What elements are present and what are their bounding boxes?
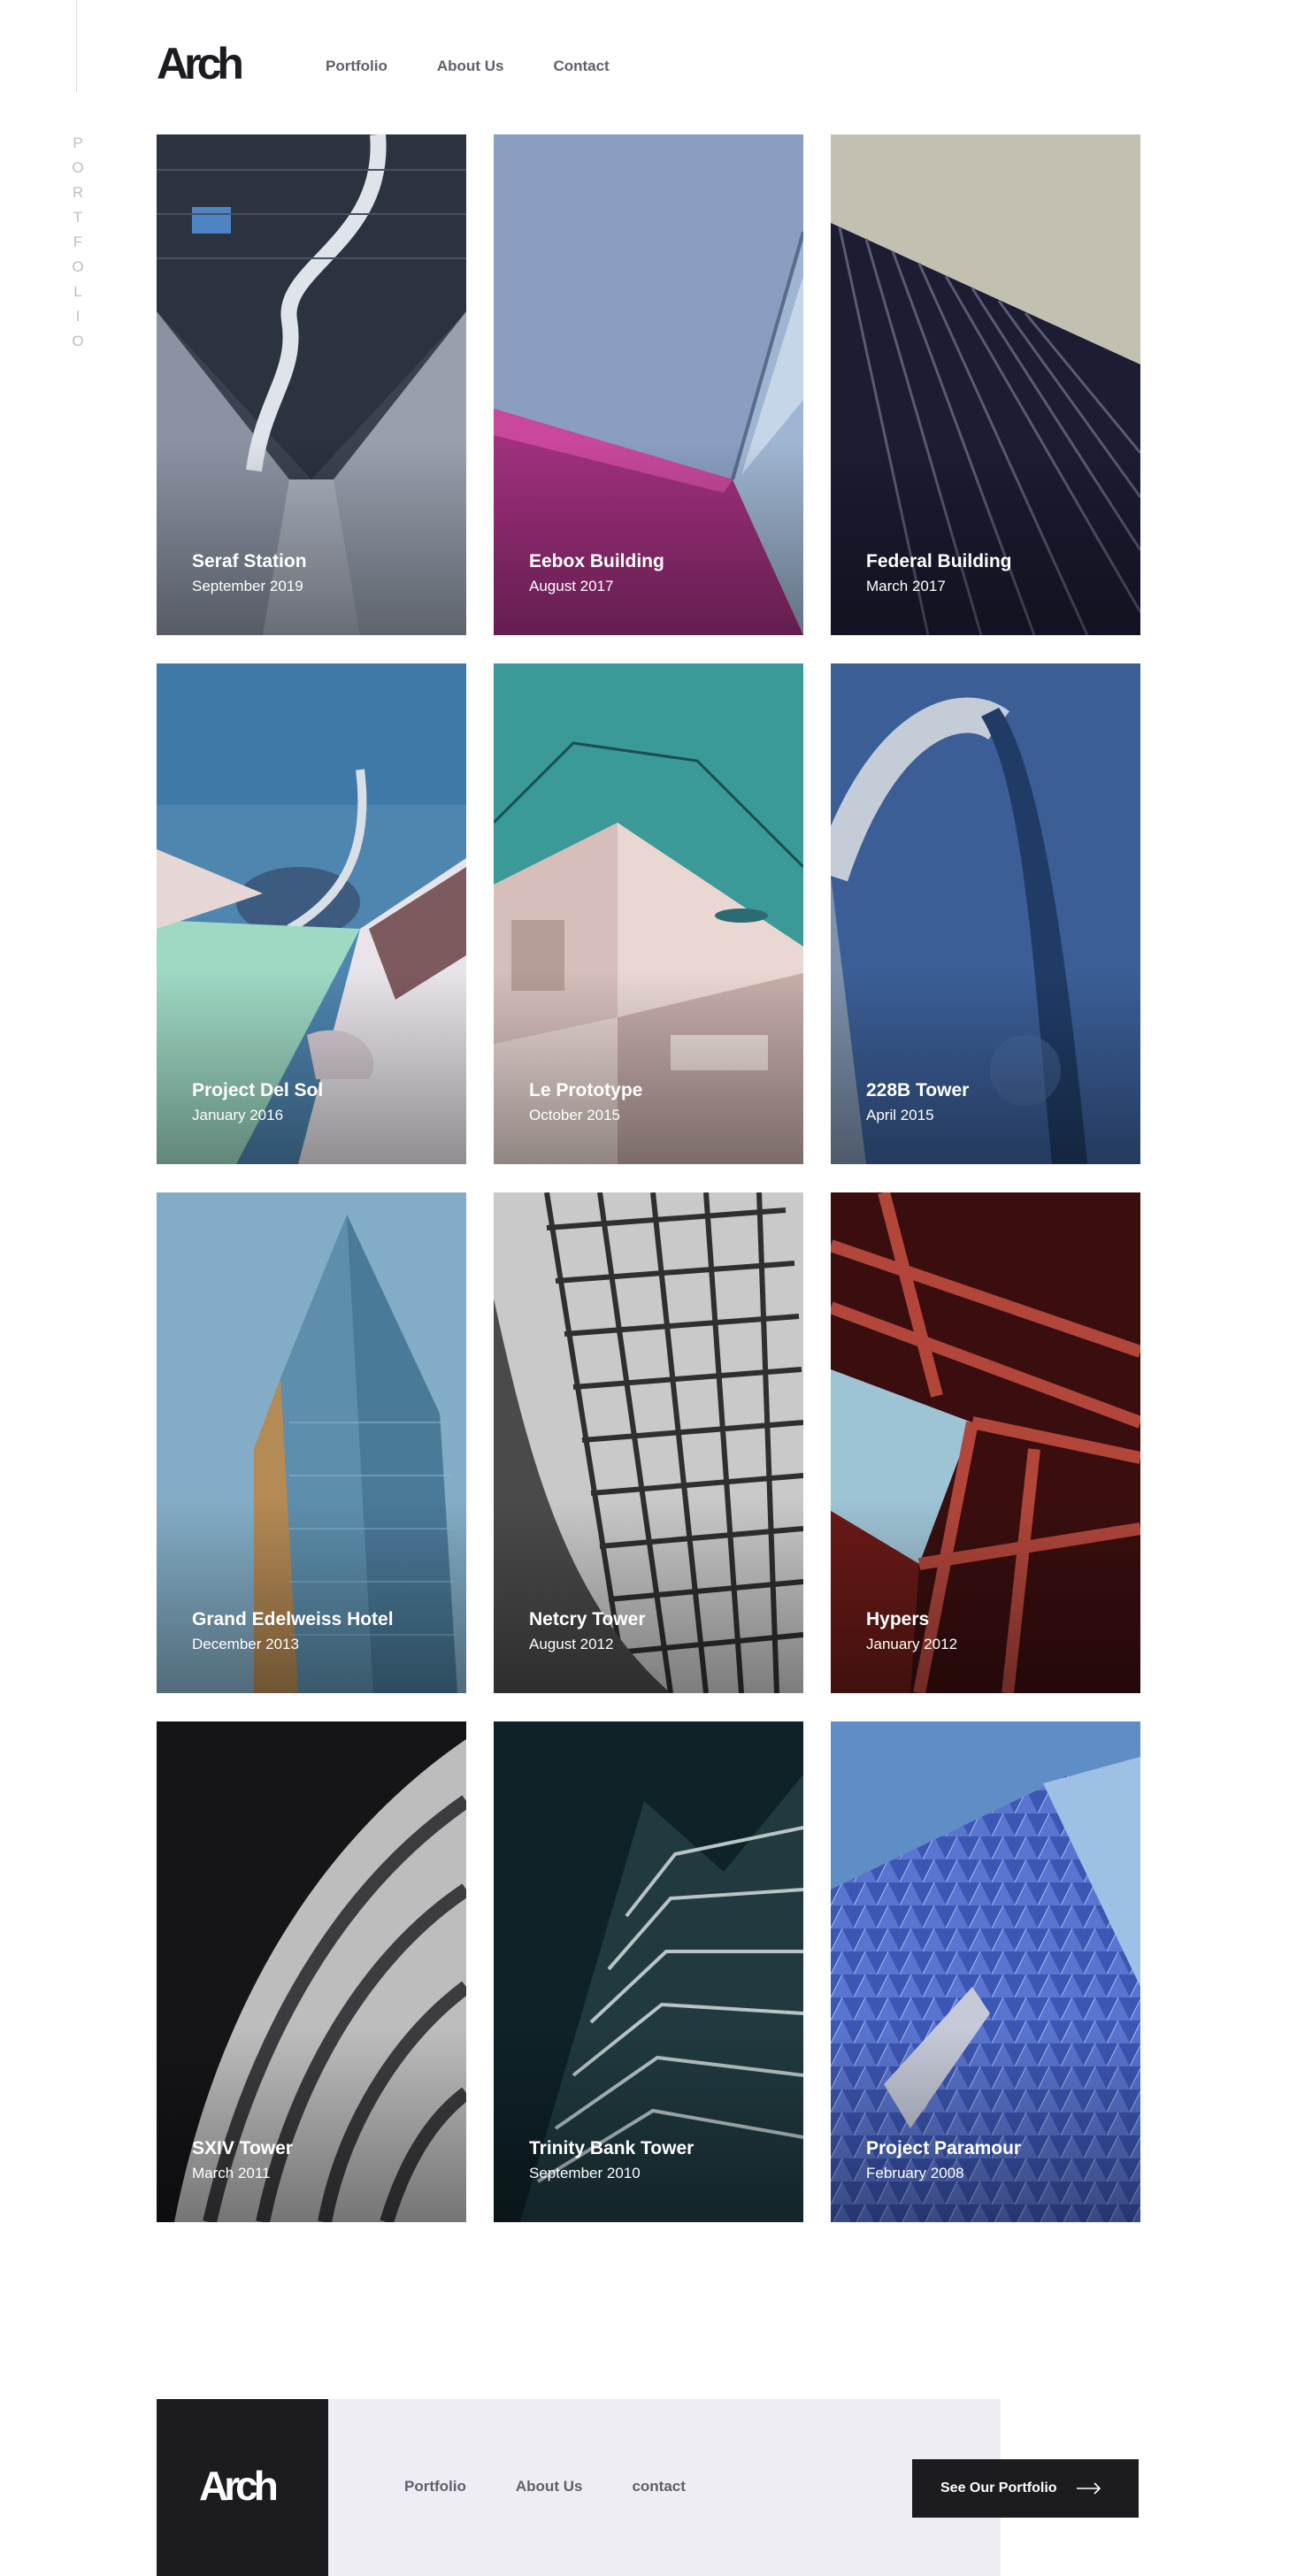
nav-contact-link[interactable]: Contact [553, 57, 609, 76]
project-card-trinity-bank-tower[interactable]: Trinity Bank Tower September 2010 [494, 1721, 803, 2222]
project-title: Eebox Building [529, 551, 664, 571]
project-date: August 2012 [529, 1636, 614, 1652]
project-card-project-paramour[interactable]: Project Paramour February 2008 [831, 1721, 1140, 2222]
cta-label: See Our Portfolio [940, 2480, 1057, 2496]
project-date: April 2015 [866, 1107, 934, 1123]
side-label-letter: L [73, 283, 82, 300]
side-label-letter: I [75, 308, 81, 325]
project-date: December 2013 [192, 1636, 299, 1652]
footer-nav: Portfolio About Us contact [404, 2477, 686, 2496]
card-overlay [157, 441, 466, 635]
side-section-label: PORTFOLIO [67, 131, 88, 354]
project-title: 228B Tower [866, 1080, 970, 1100]
project-title: Federal Building [866, 551, 1012, 571]
card-overlay [494, 441, 803, 635]
arrow-right-icon [1076, 2482, 1101, 2495]
side-label-letter: P [73, 134, 83, 151]
project-card-netcry-tower[interactable]: Netcry Tower August 2012 [494, 1192, 803, 1693]
project-title: Project Del Sol [192, 1080, 324, 1100]
project-card-federal-building[interactable]: Federal Building March 2017 [831, 134, 1140, 635]
card-overlay [494, 2028, 803, 2222]
project-card-hypers[interactable]: Hypers January 2012 [831, 1192, 1140, 1693]
footer-about-link[interactable]: About Us [516, 2477, 583, 2496]
top-divider-line [76, 0, 77, 92]
side-label-letter: F [73, 234, 83, 250]
project-date: February 2008 [866, 2165, 964, 2181]
logo[interactable]: Arch [157, 39, 244, 88]
project-title: Netcry Tower [529, 1609, 646, 1629]
card-overlay [494, 970, 803, 1164]
project-date: October 2015 [529, 1107, 621, 1123]
nav-portfolio-link[interactable]: Portfolio [326, 57, 388, 76]
project-date: March 2011 [192, 2165, 271, 2181]
project-card-grand-edelweiss-hotel[interactable]: Grand Edelweiss Hotel December 2013 [157, 1192, 466, 1693]
project-date: January 2016 [192, 1107, 284, 1123]
project-title: SXIV Tower [192, 2138, 293, 2158]
footer-portfolio-link[interactable]: Portfolio [404, 2477, 466, 2496]
card-overlay [831, 1499, 1140, 1693]
project-title: Grand Edelweiss Hotel [192, 1609, 394, 1629]
card-overlay [494, 1499, 803, 1693]
project-date: September 2010 [529, 2165, 641, 2181]
side-label-letter: O [72, 159, 84, 176]
nav-about-link[interactable]: About Us [437, 57, 504, 76]
card-overlay [831, 441, 1140, 635]
project-card-project-del-sol[interactable]: Project Del Sol January 2016 [157, 663, 466, 1164]
card-overlay [157, 2028, 466, 2222]
main-nav: Portfolio About Us Contact [326, 57, 610, 76]
project-date: September 2019 [192, 578, 303, 594]
project-card-sxiv-tower[interactable]: SXIV Tower March 2011 [157, 1721, 466, 2222]
card-overlay [831, 970, 1140, 1164]
card-overlay [157, 970, 466, 1164]
card-overlay [157, 1499, 466, 1693]
project-card-228b-tower[interactable]: 228B Tower April 2015 [831, 663, 1140, 1164]
footer-logo[interactable]: Arch [199, 2463, 279, 2509]
project-title: Le Prototype [529, 1080, 643, 1100]
footer-contact-link[interactable]: contact [632, 2477, 685, 2496]
project-date: August 2017 [529, 578, 614, 594]
project-card-seraf-station[interactable]: Seraf Station September 2019 [157, 134, 466, 635]
side-label-letter: R [72, 184, 84, 201]
side-label-letter: O [72, 258, 84, 275]
project-title: Seraf Station [192, 551, 307, 571]
project-date: January 2012 [866, 1636, 958, 1652]
side-label-letter: O [72, 333, 84, 349]
project-title: Hypers [866, 1609, 930, 1629]
card-overlay [831, 2028, 1140, 2222]
footer-logo-block: Arch [157, 2399, 328, 2576]
see-portfolio-button[interactable]: See Our Portfolio [912, 2459, 1139, 2518]
project-card-eebox-building[interactable]: Eebox Building August 2017 [494, 134, 803, 635]
side-label-letter: T [73, 209, 83, 226]
project-card-le-prototype[interactable]: Le Prototype October 2015 [494, 663, 803, 1164]
project-title: Project Paramour [866, 2138, 1022, 2158]
project-title: Trinity Bank Tower [529, 2138, 695, 2158]
project-date: March 2017 [866, 578, 946, 594]
